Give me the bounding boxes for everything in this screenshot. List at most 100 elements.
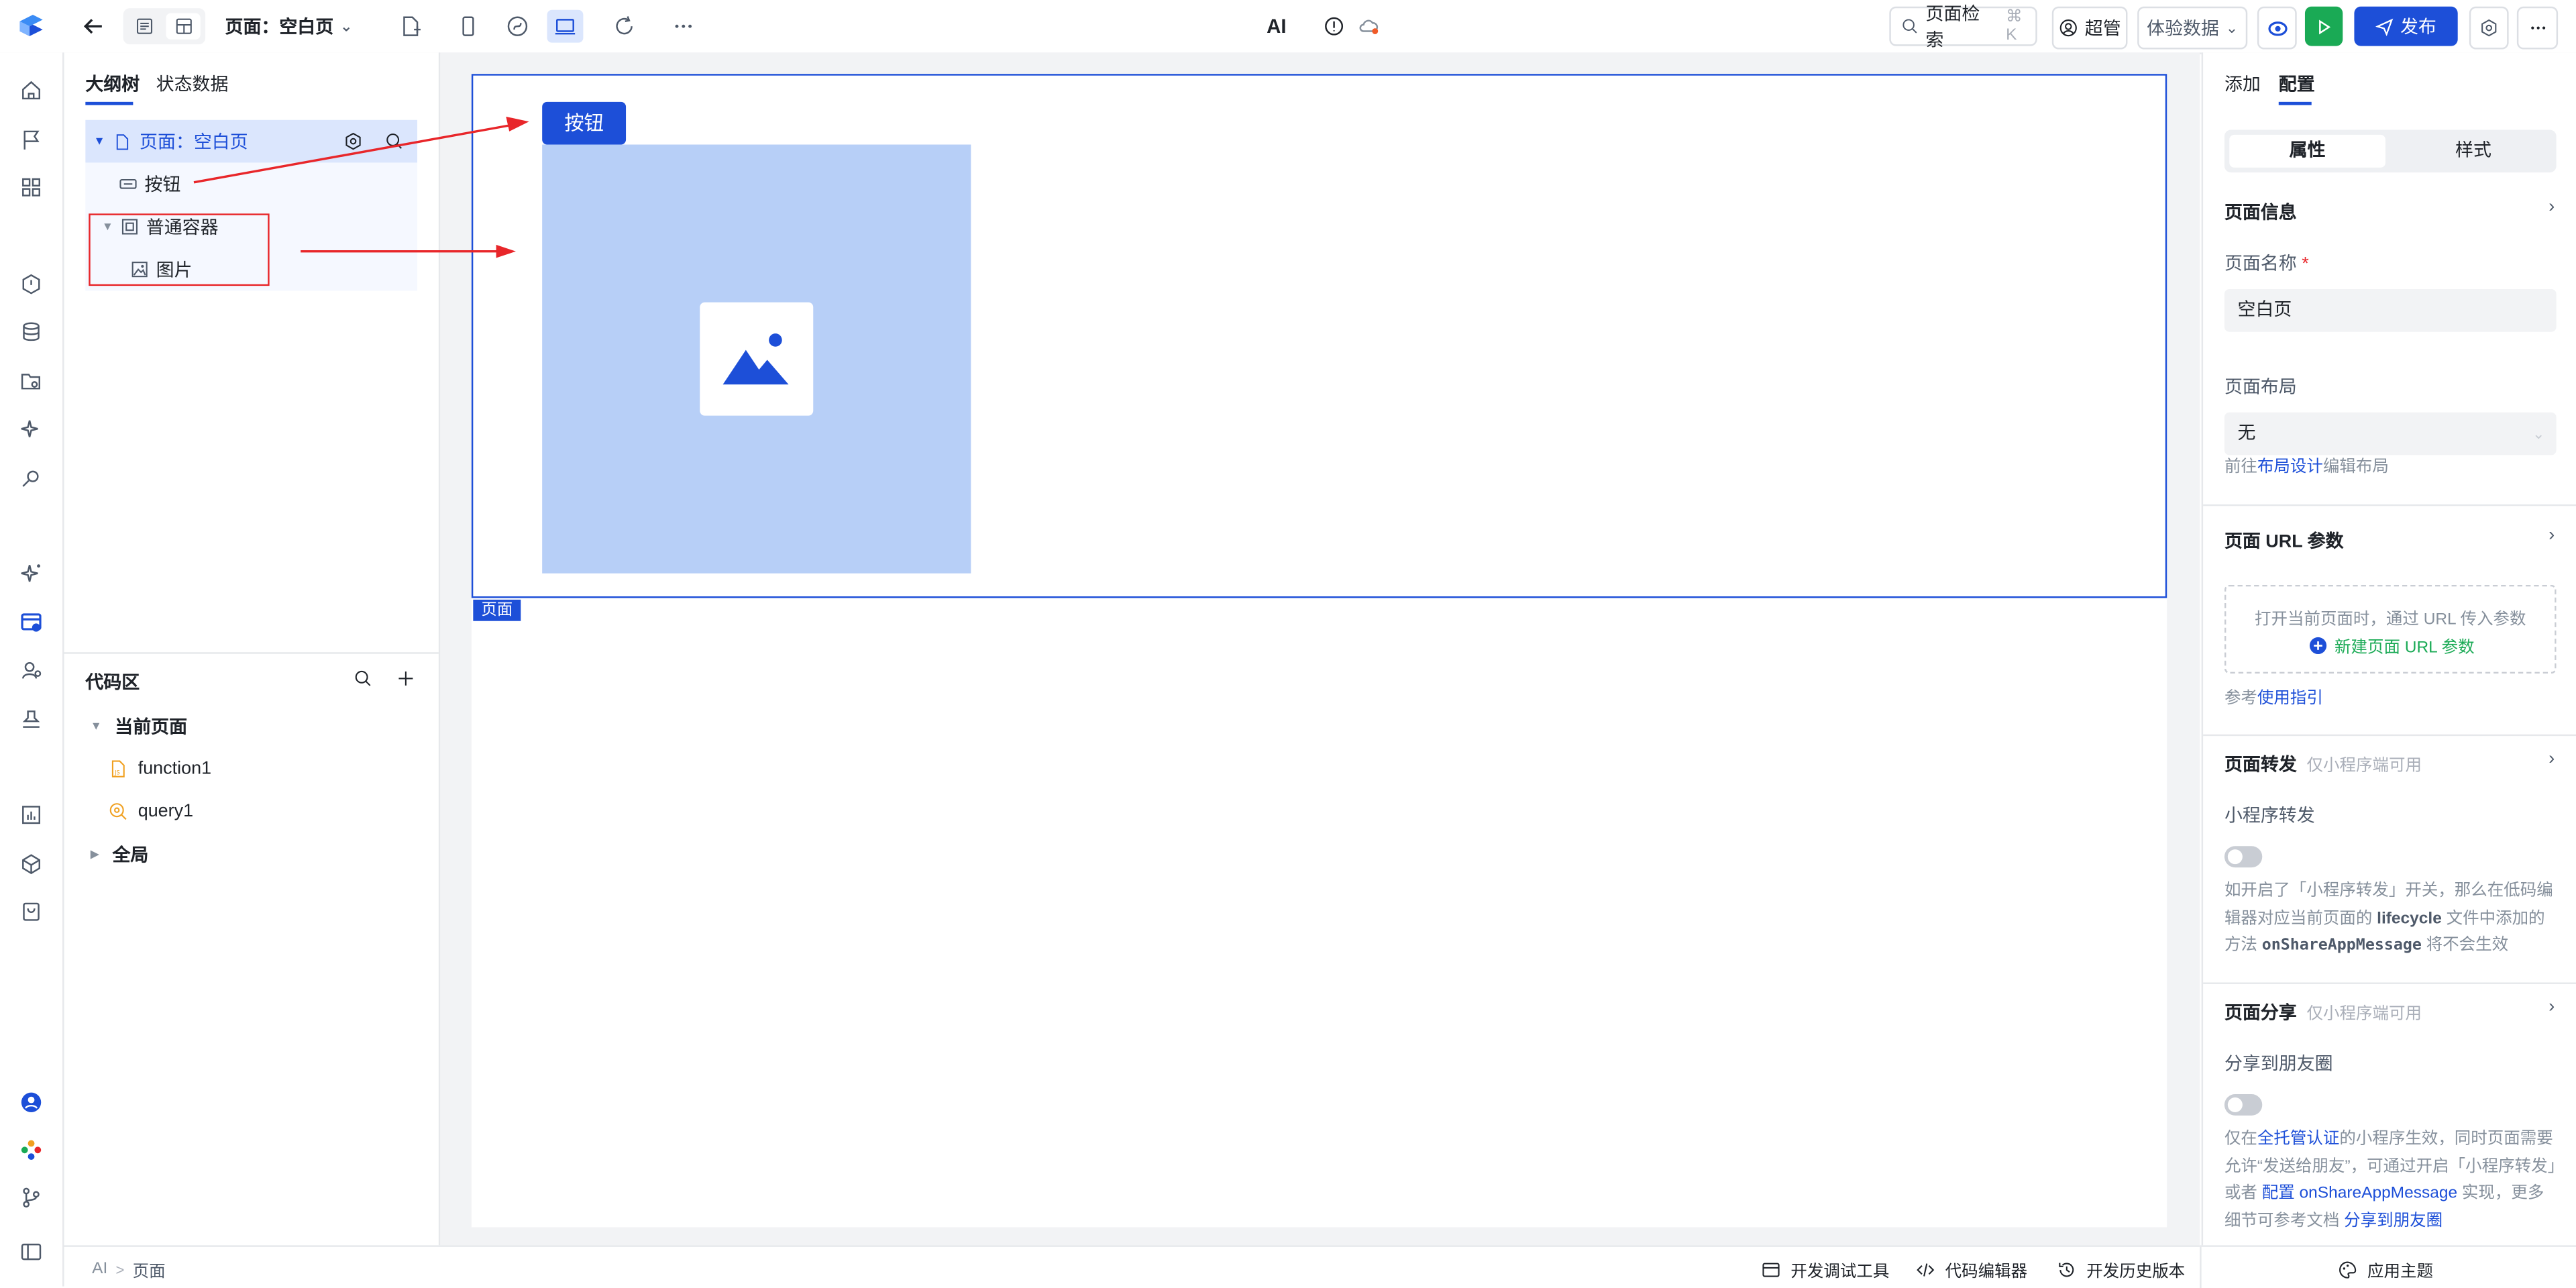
tree-node-button-label: 按钮 [144,176,181,196]
ref-help: 参考使用指引 [2224,687,2558,714]
page-name-input[interactable]: 空白页 [2224,289,2557,332]
miniprogram-icon[interactable] [501,10,534,43]
page-tag[interactable]: 页面 [473,599,521,621]
history-button[interactable]: 开发历史版本 [2057,1256,2185,1281]
section-page-forward[interactable]: 页面转发 仅小程序端可用 [2224,751,2422,777]
segment-properties[interactable]: 属性 [2229,134,2385,168]
breadcrumb-root[interactable]: AI [92,1260,107,1278]
layout-view-icon[interactable] [166,13,201,40]
outline-view-icon[interactable] [128,13,161,40]
code-group-global[interactable]: ▶ 全局 [85,833,417,876]
layout-select[interactable]: 无 ⌄ [2224,412,2557,455]
apps-grid-icon[interactable] [16,172,46,202]
sparkle-icon[interactable] [16,414,46,443]
stamp-icon[interactable] [16,705,46,735]
info-icon[interactable] [1318,10,1350,43]
search-icon[interactable] [354,669,373,688]
segment-style[interactable]: 样式 [2396,135,2552,168]
debug-tools-label: 开发调试工具 [1790,1263,1890,1282]
tree-node-button[interactable]: 按钮 [85,162,417,205]
flag-icon[interactable] [16,125,46,154]
tab-outline-tree[interactable]: 大纲树 [85,70,140,97]
code-group-current-page[interactable]: ▼ 当前页面 [85,705,417,748]
query-icon [109,803,127,820]
tab-config[interactable]: 配置 [2279,70,2315,97]
code-editor-button[interactable]: 代码编辑器 [1916,1256,2027,1281]
search-icon[interactable] [384,131,404,151]
plugin-icon[interactable] [16,464,46,493]
folder-search-icon[interactable] [16,366,46,396]
view-switcher [123,8,206,45]
publish-button[interactable]: 发布 [2354,6,2458,46]
js-file-icon: JS [111,760,125,777]
section-page-info[interactable]: 页面信息 [2224,199,2297,225]
caret-right-icon: ▶ [90,849,99,861]
tree-node-page[interactable]: ▼ 页面：空白页 [85,119,418,163]
ai-sparkle-icon[interactable] [16,559,46,588]
share-toggle[interactable] [2224,1094,2263,1116]
add-icon[interactable] [396,669,415,688]
hexagon-icon[interactable] [16,270,46,299]
canvas-container[interactable] [542,144,971,574]
preview-eye-button[interactable] [2257,6,2297,50]
run-button[interactable] [2304,6,2343,46]
cloud-sync-icon[interactable] [1352,10,1385,43]
breadcrumb-page[interactable]: 页面 [133,1256,166,1281]
users-icon[interactable] [16,655,46,685]
colorful-logo-icon[interactable] [16,1135,46,1165]
share-moments-link[interactable]: 分享到朋友圈 [2344,1212,2443,1230]
back-arrow-icon[interactable] [77,10,110,43]
more-icon[interactable] [667,10,700,43]
database-icon[interactable] [16,317,46,347]
code-icon [1917,1263,1935,1276]
chart-icon[interactable] [16,800,46,830]
data-mode-label: 体验数据 [2147,19,2219,40]
config-share-link[interactable]: 配置 onShareAppMessage [2262,1185,2457,1203]
mobile-preview-icon[interactable] [451,10,484,43]
debug-tools-button[interactable]: 开发调试工具 [1761,1256,1889,1281]
divider [2203,504,2576,506]
section-url-params[interactable]: 页面 URL 参数 [2224,527,2344,553]
gear-icon[interactable] [343,131,363,151]
account-avatar-icon[interactable] [16,1087,46,1117]
chevron-right-icon: › [2548,197,2555,217]
home-icon[interactable] [16,76,46,105]
forward-toggle[interactable] [2224,846,2263,868]
code-item-function1-label: function1 [138,759,212,779]
ai-button[interactable]: AI [1267,15,1286,38]
ref-prefix: 参考 [2224,690,2257,708]
layout-value: 无 [2237,423,2256,444]
tab-add[interactable]: 添加 [2224,70,2261,97]
usage-guide-link[interactable]: 使用指引 [2257,690,2323,708]
section-page-share[interactable]: 页面分享 仅小程序端可用 [2224,999,2422,1025]
canvas-button[interactable]: 按钮 [542,101,627,145]
managed-auth-link[interactable]: 全托管认证 [2257,1130,2339,1148]
layout-design-link[interactable]: 布局设计 [2257,458,2323,476]
code-item-query1[interactable]: query1 [85,790,417,833]
code-group-global-label: 全局 [112,846,149,866]
git-branch-icon[interactable] [16,1183,46,1212]
page-search-button[interactable]: 页面检索 ⌘ K [1889,5,2037,51]
refresh-icon[interactable] [608,10,641,43]
page-frame[interactable]: 页面 按钮 [471,74,2167,1228]
desktop-preview-icon[interactable] [547,9,584,43]
tab-state-data[interactable]: 状态数据 [156,70,229,97]
app-theme-button[interactable]: 应用主题 [2338,1256,2433,1281]
code-item-function1[interactable]: JS function1 [85,747,417,790]
user-button[interactable]: 超管 [2051,6,2128,50]
chevron-right-icon: › [2548,525,2555,546]
shopping-bag-icon[interactable] [16,897,46,926]
layout-help: 前往布局设计编辑布局 [2224,455,2558,482]
page-selector[interactable]: 页面：空白页 ⌄ [225,13,353,40]
new-page-icon[interactable] [394,10,427,43]
cube-icon[interactable] [16,849,46,879]
caret-down-icon: ▼ [90,720,102,733]
image-placeholder[interactable] [700,302,814,416]
page-editor-icon[interactable] [16,608,46,637]
new-url-param-button[interactable]: 新建页面 URL 参数 [2308,633,2475,657]
data-mode-select[interactable]: 体验数据 ⌄ [2137,6,2248,50]
collapse-sidebar-icon[interactable] [16,1237,46,1267]
more-menu-button[interactable] [2516,6,2559,50]
settings-button[interactable] [2469,6,2509,50]
page-search-label: 页面检索 [1925,5,1980,51]
